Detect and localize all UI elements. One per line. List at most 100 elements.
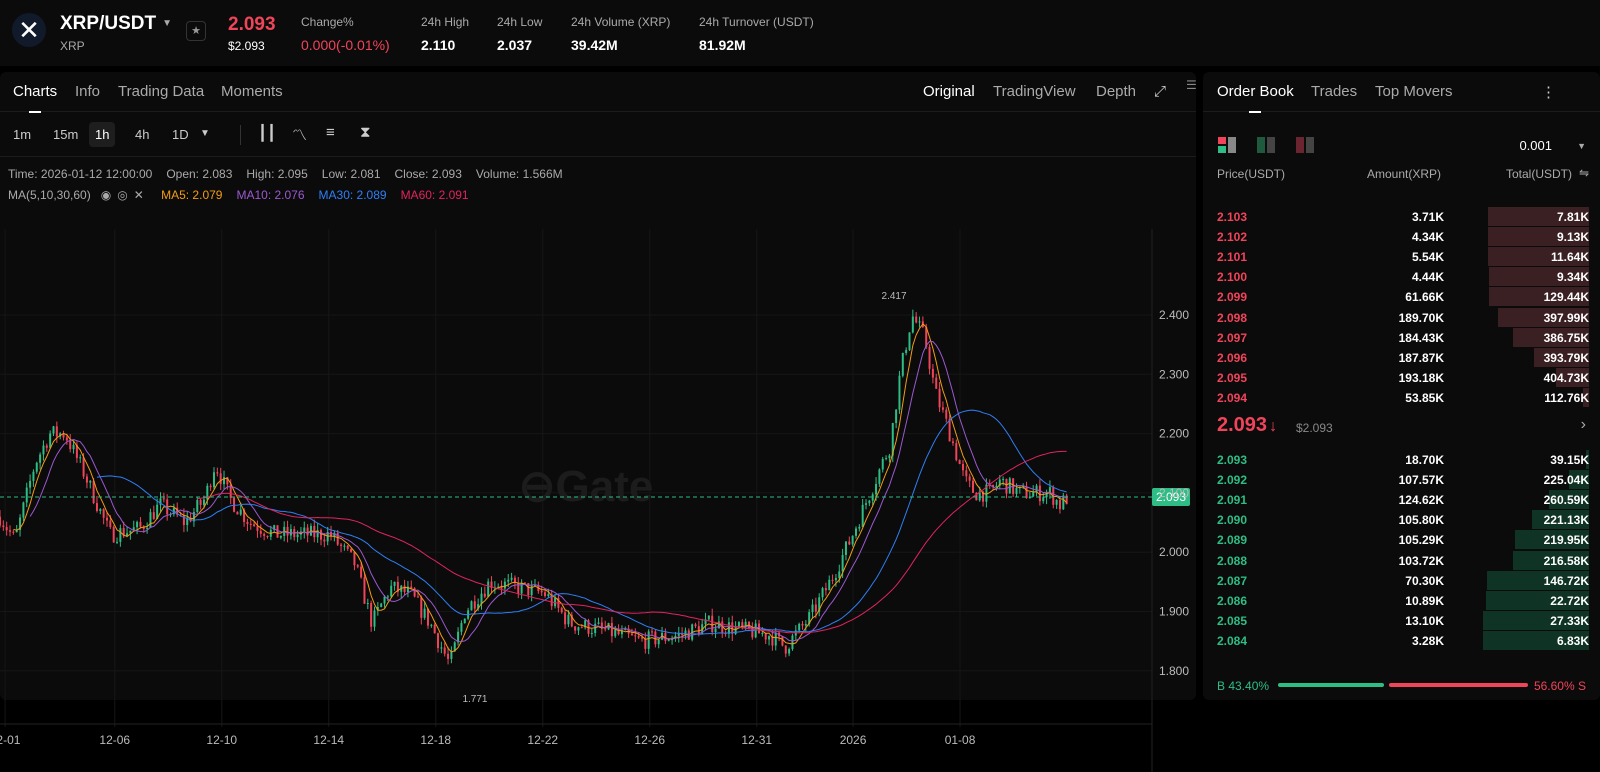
candle-body bbox=[216, 472, 219, 474]
chevron-right-icon[interactable]: › bbox=[1581, 416, 1586, 434]
timeframe-4h[interactable]: 4h bbox=[129, 122, 155, 147]
bid-row[interactable]: 2.091 124.62K 260.59K bbox=[1217, 489, 1589, 510]
timeframe-15m[interactable]: 15m bbox=[47, 122, 84, 147]
view-tradingview[interactable]: TradingView bbox=[993, 83, 1076, 100]
price: 2.101 bbox=[1217, 250, 1248, 265]
ask-row[interactable]: 2.097 184.43K 386.75K bbox=[1217, 327, 1589, 347]
candle-body bbox=[577, 627, 580, 631]
candle-body bbox=[259, 530, 262, 534]
timeframe-1m[interactable]: 1m bbox=[7, 122, 37, 147]
ask-row[interactable]: 2.103 3.71K 7.81K bbox=[1217, 206, 1589, 226]
pair-selector[interactable]: XRP/USDT ▼ bbox=[60, 13, 172, 35]
asks-view-icon[interactable] bbox=[1296, 137, 1314, 153]
ask-row[interactable]: 2.098 189.70K 397.99K bbox=[1217, 307, 1589, 327]
precision-select[interactable]: 0.001 bbox=[1519, 138, 1552, 153]
more-icon[interactable]: ⋮ bbox=[1541, 83, 1556, 101]
ma-readout: MA(5,10,30,60) ◉ ◎ ✕ MA5: 2.079 MA10: 2.076 M… bbox=[8, 188, 483, 202]
candle-body bbox=[383, 596, 386, 604]
close-icon[interactable]: ✕ bbox=[134, 188, 144, 202]
candle-body bbox=[784, 645, 787, 654]
amount: 124.62K bbox=[1398, 493, 1444, 508]
tab-info[interactable]: Info bbox=[75, 83, 100, 100]
candle-body bbox=[590, 633, 593, 635]
view-original[interactable]: Original bbox=[923, 83, 975, 100]
ask-row[interactable]: 2.096 187.87K 393.79K bbox=[1217, 347, 1589, 367]
gear-icon[interactable]: ◎ bbox=[117, 188, 127, 202]
tab-order-book[interactable]: Order Book bbox=[1217, 83, 1294, 113]
ask-row[interactable]: 2.094 53.85K 112.76K bbox=[1217, 387, 1589, 407]
candle-body bbox=[1062, 495, 1065, 510]
candle-body bbox=[868, 500, 871, 504]
candle-body bbox=[79, 457, 82, 459]
bid-row[interactable]: 2.092 107.57K 225.04K bbox=[1217, 469, 1589, 490]
candle-body bbox=[52, 426, 55, 434]
favorite-star-icon[interactable]: ★ bbox=[186, 21, 206, 41]
candle-body bbox=[366, 602, 369, 604]
candle-body bbox=[5, 527, 8, 531]
candle-body bbox=[640, 637, 643, 639]
ohlc-open: Open: 2.083 bbox=[166, 167, 233, 181]
timeframe-1d[interactable]: 1D bbox=[166, 122, 195, 147]
bid-row[interactable]: 2.088 103.72K 216.58K bbox=[1217, 550, 1589, 570]
candle-body bbox=[430, 624, 433, 626]
drawing-icon[interactable]: ≡ bbox=[326, 124, 335, 141]
chevron-down-icon[interactable]: ▼ bbox=[1577, 141, 1586, 151]
menu-icon[interactable]: ☰ bbox=[1186, 78, 1197, 92]
candle-body bbox=[804, 624, 807, 626]
x-tick-label: 2026 bbox=[840, 733, 867, 747]
ask-row[interactable]: 2.102 4.34K 9.13K bbox=[1217, 226, 1589, 247]
ask-row[interactable]: 2.101 5.54K 11.64K bbox=[1217, 246, 1589, 267]
base-asset: XRP bbox=[60, 39, 85, 53]
candle-body bbox=[483, 593, 486, 597]
candle-body bbox=[503, 581, 506, 589]
candle-body bbox=[22, 502, 25, 518]
both-sides-view-icon[interactable] bbox=[1218, 137, 1236, 153]
bid-row[interactable]: 2.084 3.28K 6.83K bbox=[1217, 630, 1589, 650]
chevron-down-icon[interactable]: ▼ bbox=[200, 128, 210, 139]
bid-row[interactable]: 2.089 105.29K 219.95K bbox=[1217, 529, 1589, 550]
bid-row[interactable]: 2.086 10.89K 22.72K bbox=[1217, 590, 1589, 610]
candle-body bbox=[948, 418, 951, 442]
candle-body bbox=[256, 526, 259, 531]
tab-trades[interactable]: Trades bbox=[1311, 83, 1357, 100]
bid-row[interactable]: 2.085 13.10K 27.33K bbox=[1217, 610, 1589, 630]
candle-body bbox=[236, 511, 239, 515]
swap-icon[interactable]: ⇋ bbox=[1579, 166, 1589, 180]
price: 2.091 bbox=[1217, 493, 1248, 508]
timeframe-1h[interactable]: 1h bbox=[89, 122, 116, 147]
candle-body bbox=[356, 565, 359, 567]
fullscreen-icon[interactable]: ⤢ bbox=[1154, 83, 1166, 100]
ask-row[interactable]: 2.099 61.66K 129.44K bbox=[1217, 286, 1589, 307]
candle-body bbox=[637, 636, 640, 638]
bid-row[interactable]: 2.090 105.80K 221.13K bbox=[1217, 509, 1589, 530]
amount: 18.70K bbox=[1405, 453, 1444, 467]
tab-trading-data[interactable]: Trading Data bbox=[118, 83, 204, 100]
candle-body bbox=[65, 437, 68, 441]
stat-value: 2.037 bbox=[497, 37, 533, 53]
bids-view-icon[interactable] bbox=[1257, 137, 1275, 153]
tab-moments[interactable]: Moments bbox=[221, 83, 283, 100]
candle-body bbox=[885, 458, 888, 460]
amount: 193.18K bbox=[1398, 370, 1444, 385]
total: 386.75K bbox=[1543, 330, 1589, 345]
ask-row[interactable]: 2.095 193.18K 404.73K bbox=[1217, 367, 1589, 387]
indicator-icon[interactable]: 〽 bbox=[292, 124, 307, 145]
tab-top-movers[interactable]: Top Movers bbox=[1375, 83, 1453, 100]
bid-row[interactable]: 2.087 70.30K 146.72K bbox=[1217, 570, 1589, 590]
ohlc-low: Low: 2.081 bbox=[321, 167, 381, 181]
candle-body bbox=[487, 581, 490, 597]
eye-icon[interactable]: ◉ bbox=[101, 188, 111, 202]
view-depth[interactable]: Depth bbox=[1096, 83, 1136, 100]
candle-body bbox=[935, 377, 938, 389]
ask-row[interactable]: 2.100 4.44K 9.34K bbox=[1217, 266, 1589, 287]
candle-body bbox=[249, 523, 252, 525]
settings-icon[interactable]: ⧗ bbox=[360, 124, 371, 141]
tab-charts[interactable]: Charts bbox=[13, 83, 57, 113]
total: 216.58K bbox=[1543, 553, 1589, 568]
y-tick-label: 2.000 bbox=[1159, 545, 1189, 559]
candlestick-chart[interactable]: ⊖Gate 2.0932.4002.3002.2002.1002.0001.900… bbox=[0, 229, 1196, 772]
candle-body bbox=[908, 332, 911, 350]
candlestick-icon[interactable]: ┃┃ bbox=[258, 124, 276, 142]
candle-body bbox=[861, 504, 864, 527]
bid-row[interactable]: 2.093 18.70K 39.15K bbox=[1217, 449, 1589, 469]
